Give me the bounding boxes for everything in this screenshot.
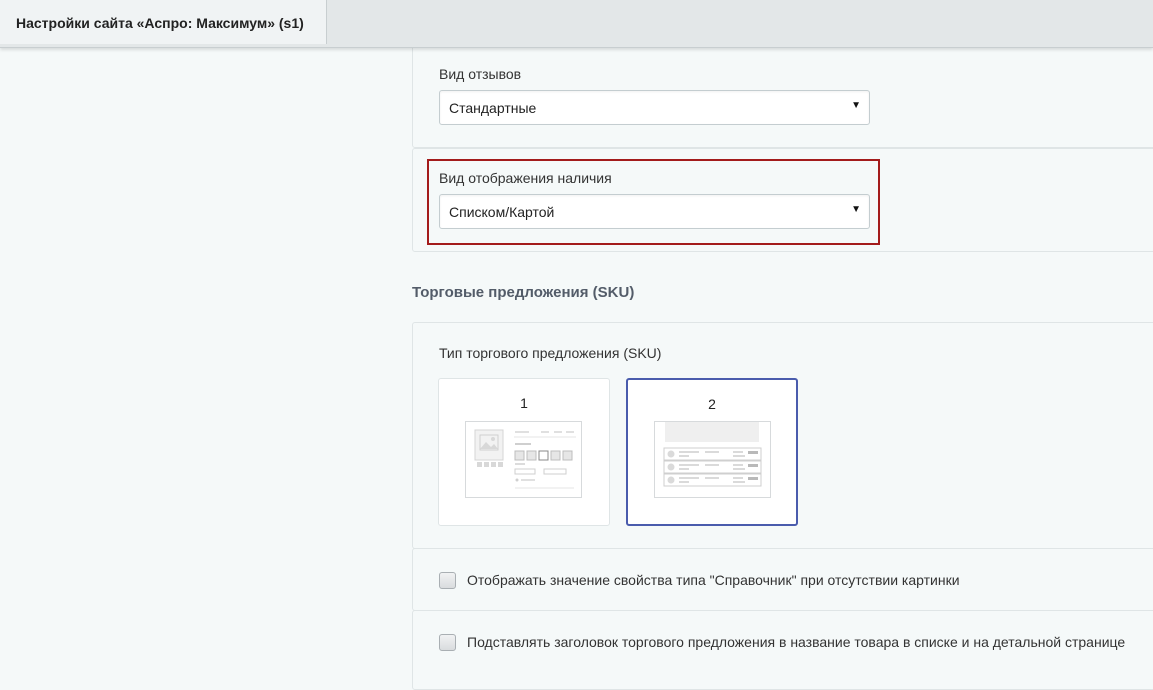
checkbox-sku-title-label: Подставлять заголовок торгового предложе… — [467, 634, 1126, 650]
checkbox-sku-title[interactable] — [439, 634, 456, 651]
section-title-sku: Торговые предложения (SKU) — [412, 284, 635, 301]
sku-option-2[interactable]: 2 — [626, 378, 798, 526]
chevron-down-icon: ▼ — [851, 204, 861, 215]
sku-option-number: 2 — [708, 396, 716, 412]
sku-layout-2-preview-icon — [654, 421, 771, 498]
tab-site-settings[interactable]: Настройки сайта «Аспро: Максимум» (s1) — [0, 0, 327, 44]
review-view-select[interactable]: Стандартные ▼ — [439, 90, 870, 125]
checkbox-dictionary-value[interactable] — [439, 572, 456, 589]
stock-view-value: Списком/Картой — [449, 204, 555, 220]
review-view-value: Стандартные — [449, 100, 537, 116]
chevron-down-icon: ▼ — [851, 100, 861, 111]
top-tab-bar: Настройки сайта «Аспро: Максимум» (s1) — [0, 0, 1153, 48]
stock-view-select[interactable]: Списком/Картой ▼ — [439, 194, 870, 229]
sku-layout-1-preview-icon — [465, 421, 582, 498]
sku-type-label: Тип торгового предложения (SKU) — [439, 345, 662, 361]
sku-option-number: 1 — [520, 395, 528, 411]
review-view-label: Вид отзывов — [439, 66, 522, 82]
checkbox-row-card-2 — [412, 610, 1153, 690]
sku-option-1[interactable]: 1 — [438, 378, 610, 526]
stock-view-label: Вид отображения наличия — [439, 170, 612, 186]
checkbox-dictionary-value-label: Отображать значение свойства типа "Справ… — [467, 572, 960, 588]
